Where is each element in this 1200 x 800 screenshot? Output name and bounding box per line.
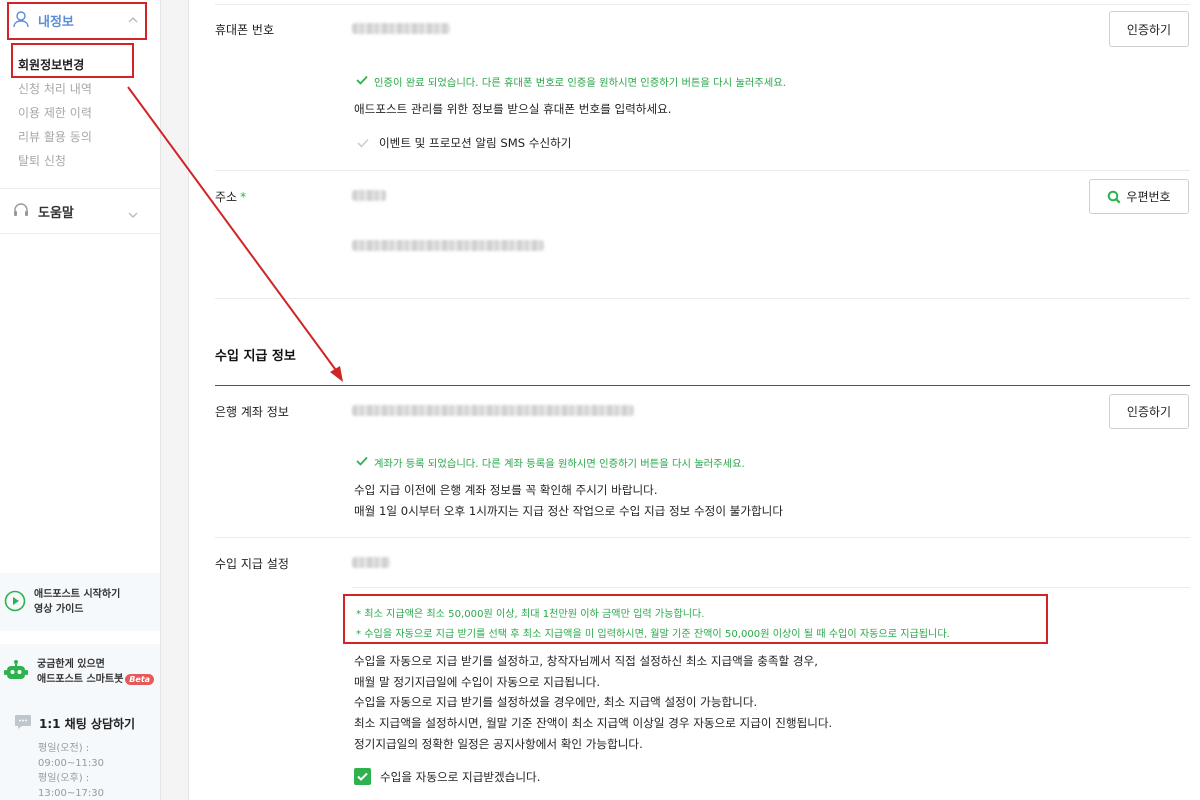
address-detail-blurred [352, 240, 544, 251]
payout-setting-label: 수입 지급 설정 [215, 557, 289, 571]
divider [215, 298, 1190, 299]
bank-description-2: 매월 1일 0시부터 오후 1시까지는 지급 정산 작업으로 수입 지급 정보 … [354, 504, 784, 518]
chat-hours: 평일(오전) : 09:00~11:30 평일(오후) : 13:00~17:3… [38, 743, 105, 799]
play-icon [4, 590, 26, 615]
sidebar-item-review-consent[interactable]: 리뷰 활용 동의 [18, 125, 92, 149]
divider [215, 170, 1190, 171]
check-icon [356, 456, 368, 469]
video-guide-text: 애드포스트 시작하기 영상 가이드 [34, 589, 121, 615]
payout-description-1: 수입을 자동으로 지급 받기를 설정하고, 창작자님께서 직접 설정하신 최소 … [354, 654, 818, 668]
payout-setting-blurred [352, 557, 390, 568]
auto-payout-checkbox[interactable]: 수입을 자동으로 지급받겠습니다. [354, 768, 540, 785]
payout-description-3: 수입을 자동으로 지급 받기를 설정하셨을 경우에만, 최소 지급액 설정이 가… [354, 695, 758, 709]
sidebar-menu-help[interactable]: 도움말 [0, 188, 160, 234]
smartbot-text: 궁금한게 있으면 애드포스트 스마트봇 Beta [37, 657, 155, 687]
robot-icon [3, 658, 29, 687]
payout-description-5: 정기지급일의 정확한 일정은 공지사항에서 확인 가능합니다. [354, 737, 643, 751]
sms-opt-in-checkbox[interactable]: 이벤트 및 프로모션 알림 SMS 수신하기 [356, 135, 571, 151]
divider [215, 537, 1190, 538]
search-icon [1107, 190, 1121, 204]
phone-label: 휴대폰 번호 [215, 23, 275, 37]
checkbox-icon [356, 136, 370, 150]
divider [352, 587, 1190, 588]
check-icon [356, 75, 368, 88]
beta-badge: Beta [125, 674, 155, 685]
postal-code-button-label: 우편번호 [1126, 190, 1171, 204]
phone-number-blurred [352, 23, 450, 34]
main-content: 휴대폰 번호 인증하기 인증이 완료 되었습니다. 다른 휴대폰 번호로 인증을… [190, 0, 1200, 800]
chat-consult-link[interactable]: 1:1 채팅 상담하기 [14, 714, 135, 733]
annotation-box-my-info [7, 2, 147, 40]
sidebar-item-restriction-history[interactable]: 이용 제한 이력 [18, 101, 92, 125]
annotation-box-member-info [11, 43, 134, 78]
checkbox-checked-icon [354, 768, 371, 785]
payout-description-4: 최소 지급액을 설정하시면, 월말 기준 잔액이 최소 지급액 이상일 경우 자… [354, 716, 833, 730]
sidebar-gutter [161, 0, 189, 800]
phone-verify-button[interactable]: 인증하기 [1109, 11, 1189, 47]
bank-registered-message: 계좌가 등록 되었습니다. 다른 계좌 등록을 원하시면 인증하기 버튼을 다시… [356, 455, 745, 470]
chat-title: 1:1 채팅 상담하기 [39, 717, 136, 731]
bank-description-1: 수입 지급 이전에 은행 계좌 정보를 꼭 확인해 주시기 바랍니다. [354, 483, 658, 497]
smartbot-link[interactable]: 궁금한게 있으면 애드포스트 스마트봇 Beta [0, 644, 160, 700]
section-divider [215, 385, 1190, 386]
payout-description-2: 매월 말 정기지급일에 수입이 자동으로 지급됩니다. [354, 675, 601, 689]
bank-account-label: 은행 계좌 정보 [215, 405, 289, 419]
divider [215, 4, 1190, 5]
address-label: 주소 * [215, 190, 247, 204]
sms-opt-in-label: 이벤트 및 프로모션 알림 SMS 수신하기 [379, 136, 572, 150]
sidebar-menu-label: 도움말 [38, 205, 74, 221]
sidebar-item-request-history[interactable]: 신청 처리 내역 [18, 77, 92, 101]
page-root: 내정보 회원정보변경 신청 처리 내역 이용 제한 이력 리뷰 활용 동의 탈퇴… [0, 0, 1200, 800]
headset-icon [12, 201, 30, 222]
bank-account-blurred [352, 405, 634, 416]
payout-note-1: * 최소 지급액은 최소 50,000원 이상, 최대 1천만원 이하 금액만 … [356, 609, 705, 620]
phone-description: 애드포스트 관리를 위한 정보를 받으실 휴대폰 번호를 입력하세요. [354, 102, 672, 116]
video-guide-link[interactable]: 애드포스트 시작하기 영상 가이드 [0, 573, 160, 631]
income-section-title: 수입 지급 정보 [215, 349, 296, 364]
auto-payout-label: 수입을 자동으로 지급받겠습니다. [380, 769, 541, 784]
chevron-down-icon[interactable] [128, 208, 138, 222]
postal-code-button[interactable]: 우편번호 [1089, 179, 1189, 214]
sidebar: 내정보 회원정보변경 신청 처리 내역 이용 제한 이력 리뷰 활용 동의 탈퇴… [0, 0, 161, 800]
chat-consult-box: 1:1 채팅 상담하기 평일(오전) : 09:00~11:30 평일(오후) … [0, 700, 160, 800]
postal-code-blurred [352, 190, 386, 201]
bank-verify-button[interactable]: 인증하기 [1109, 394, 1189, 429]
chat-bubble-icon [14, 714, 32, 733]
sidebar-item-withdrawal[interactable]: 탈퇴 신청 [18, 149, 92, 173]
payout-note-2: * 수입을 자동으로 지급 받기를 선택 후 최소 지급액을 미 입력하시면, … [356, 629, 950, 640]
phone-verified-message: 인증이 완료 되었습니다. 다른 휴대폰 번호로 인증을 원하시면 인증하기 버… [356, 74, 786, 89]
